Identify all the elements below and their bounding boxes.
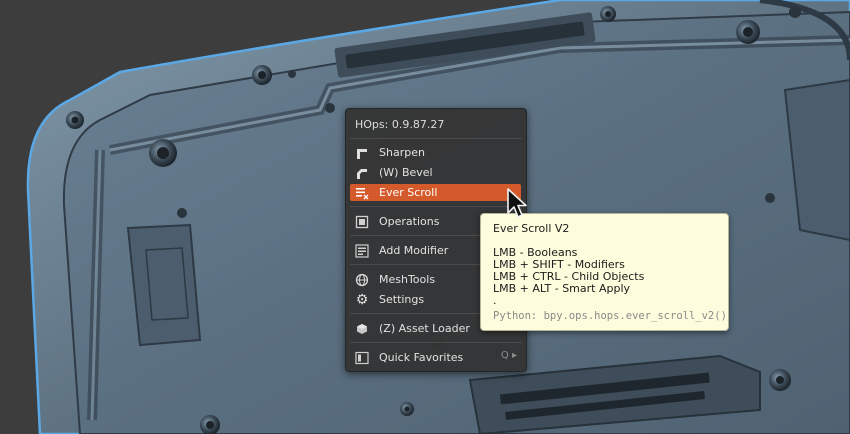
menu-separator <box>350 342 522 343</box>
tooltip-line: . <box>493 294 497 307</box>
add-modifier-icon <box>354 243 370 259</box>
menu-item-label: Quick Favorites <box>379 351 464 364</box>
menu-item-label: Sharpen <box>379 146 425 159</box>
menu-separator <box>350 206 522 207</box>
tooltip: Ever Scroll V2 LMB - Booleans LMB + SHIF… <box>480 213 729 331</box>
hotkey-hint: Q ▸ <box>500 350 517 361</box>
menu-item-label: Operations <box>379 215 440 228</box>
meshtools-icon <box>354 272 370 288</box>
menu-item-label: (Z) Asset Loader <box>379 322 470 335</box>
tooltip-title: Ever Scroll V2 <box>493 222 570 235</box>
menu-item-label: (W) Bevel <box>379 166 433 179</box>
menu-title: HOps: 0.9.87.27 <box>355 118 445 131</box>
menu-item-label: Ever Scroll <box>379 186 438 199</box>
menu-item-label: Add Modifier <box>379 244 449 257</box>
quick-favorites-icon <box>354 350 370 366</box>
asset-loader-icon <box>354 321 370 337</box>
gear-icon: ⚙ <box>355 291 369 308</box>
menu-item-quick-favorites[interactable]: Quick Favorites Q ▸ <box>350 349 521 366</box>
sharpen-icon <box>354 145 370 161</box>
menu-item-sharpen[interactable]: Sharpen <box>350 144 521 161</box>
menu-item-bevel[interactable]: (W) Bevel <box>350 164 521 181</box>
menu-item-label: Settings <box>379 293 425 306</box>
tooltip-python-path: Python: bpy.ops.hops.ever_scroll_v2() <box>493 310 727 322</box>
tooltip-line: LMB + ALT - Smart Apply <box>493 282 631 295</box>
mouse-cursor-icon <box>507 188 527 218</box>
menu-item-label: MeshTools <box>379 273 436 286</box>
ever-scroll-icon <box>354 185 370 201</box>
menu-separator <box>350 138 522 139</box>
bevel-icon <box>354 165 370 181</box>
operations-icon <box>354 214 370 230</box>
menu-item-ever-scroll[interactable]: Ever Scroll <box>350 184 521 201</box>
